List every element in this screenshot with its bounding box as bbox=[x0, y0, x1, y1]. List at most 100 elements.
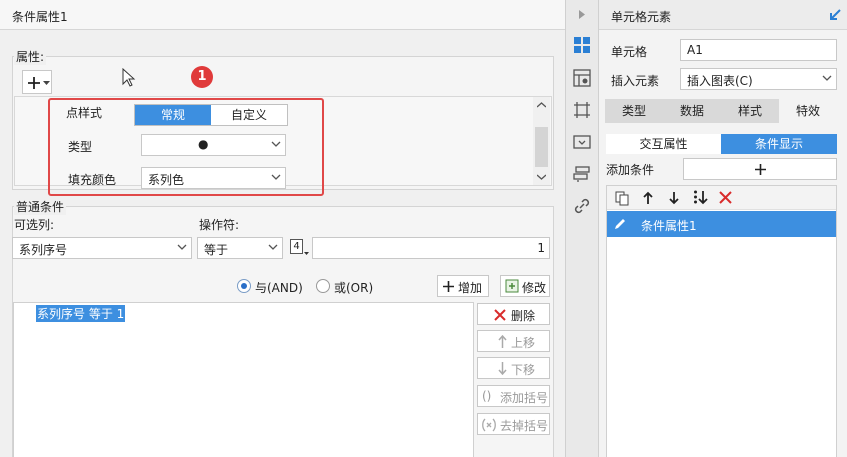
side-toolbar bbox=[565, 0, 599, 457]
type-label: 类型 bbox=[68, 140, 93, 154]
or-radio[interactable] bbox=[316, 279, 330, 293]
value-input[interactable]: 1 bbox=[312, 237, 550, 259]
move-up-button[interactable]: 上移 bbox=[477, 330, 550, 352]
value-type-icon: 4 bbox=[290, 239, 303, 254]
common-conditions-label: 普通条件 bbox=[14, 198, 67, 215]
cell-label: 单元格 bbox=[611, 45, 648, 59]
tab-data[interactable]: 数据 bbox=[663, 99, 721, 123]
chevron-down-icon bbox=[271, 141, 281, 147]
and-label[interactable]: 与(AND) bbox=[255, 279, 303, 296]
delete-icon[interactable] bbox=[719, 191, 732, 204]
modify-button-label: 修改 bbox=[522, 281, 547, 295]
operator-select[interactable]: 等于 bbox=[197, 237, 283, 259]
dropdown-arrow-icon bbox=[304, 252, 309, 255]
add-condition-button[interactable]: 增加 bbox=[437, 275, 489, 297]
dropdown-arrow-icon bbox=[43, 81, 50, 85]
collapse-arrow-icon[interactable] bbox=[578, 9, 586, 20]
segment-custom[interactable]: 自定义 bbox=[211, 105, 287, 125]
cell-attribute-icon[interactable] bbox=[573, 69, 591, 87]
right-panel-title: 单元格元素 bbox=[611, 10, 672, 24]
subtab-interaction[interactable]: 交互属性 bbox=[606, 134, 721, 154]
scroll-thumb[interactable] bbox=[535, 127, 548, 167]
condition-list-panel: 条件属性1 bbox=[606, 185, 837, 457]
arrow-up-icon bbox=[498, 335, 507, 348]
operator-value: 等于 bbox=[204, 243, 229, 257]
add-property-button[interactable] bbox=[22, 70, 52, 94]
delete-condition-button[interactable]: 删除 bbox=[477, 303, 550, 325]
mouse-cursor-icon bbox=[122, 68, 136, 87]
condition-list[interactable]: 系列序号 等于 1 bbox=[13, 302, 474, 457]
tab-effects[interactable]: 特效 bbox=[779, 99, 837, 123]
condition-list-item[interactable]: 条件属性1 bbox=[607, 211, 836, 237]
column-label: 可选列: bbox=[14, 218, 55, 232]
report-icon[interactable] bbox=[573, 165, 591, 183]
move-down-button[interactable]: 下移 bbox=[477, 357, 550, 379]
condition-list-item[interactable]: 系列序号 等于 1 bbox=[36, 305, 126, 322]
add-bracket-button[interactable]: () 添加括号 bbox=[477, 385, 550, 407]
fill-color-value: 系列色 bbox=[148, 173, 185, 187]
fill-color-select[interactable]: 系列色 bbox=[141, 167, 286, 189]
scroll-up-icon[interactable] bbox=[537, 102, 546, 108]
fill-color-label: 填充颜色 bbox=[68, 173, 117, 187]
remove-bracket-button[interactable]: 去掉括号 bbox=[477, 413, 550, 435]
column-select[interactable]: 系列序号 bbox=[12, 237, 192, 259]
and-radio[interactable] bbox=[237, 279, 251, 293]
insert-element-value: 插入图表(C) bbox=[687, 74, 753, 88]
column-value: 系列序号 bbox=[19, 243, 68, 257]
type-select[interactable]: ● bbox=[141, 134, 286, 156]
properties-label: 属性: bbox=[14, 48, 47, 65]
move-down-label: 下移 bbox=[511, 363, 536, 377]
attribute-tabs: 类型 数据 样式 特效 bbox=[605, 99, 837, 123]
cell-element-icon[interactable] bbox=[573, 36, 591, 54]
chevron-down-icon bbox=[177, 244, 187, 250]
type-value: ● bbox=[198, 137, 209, 151]
bracket-icon: () bbox=[482, 389, 492, 403]
subtab-condition-display[interactable]: 条件显示 bbox=[721, 134, 837, 154]
modify-icon bbox=[505, 279, 519, 293]
expand-icon[interactable] bbox=[829, 9, 841, 21]
step-badge: 1 bbox=[191, 66, 213, 88]
dialog-title: 条件属性1 bbox=[12, 10, 68, 24]
radio-dot bbox=[241, 283, 247, 289]
or-label[interactable]: 或(OR) bbox=[334, 279, 373, 296]
add-button-label: 增加 bbox=[458, 281, 483, 295]
chevron-down-icon bbox=[822, 75, 832, 81]
point-style-segmented: 常规 自定义 bbox=[134, 104, 288, 126]
segment-normal[interactable]: 常规 bbox=[135, 105, 211, 125]
widget-icon[interactable] bbox=[573, 133, 591, 151]
move-up-icon[interactable] bbox=[643, 191, 653, 205]
border-icon[interactable] bbox=[573, 101, 591, 119]
add-bracket-label: 添加括号 bbox=[500, 391, 549, 405]
plus-icon bbox=[755, 164, 766, 175]
move-up-label: 上移 bbox=[511, 336, 536, 350]
operator-label: 操作符: bbox=[199, 218, 240, 232]
condition-item-label: 条件属性1 bbox=[641, 219, 697, 233]
property-scrollbar[interactable] bbox=[533, 97, 550, 185]
remove-bracket-label: 去掉括号 bbox=[500, 419, 549, 433]
delete-label: 删除 bbox=[511, 309, 536, 323]
value-text: 1 bbox=[537, 241, 545, 255]
right-panel-header: 单元格元素 bbox=[599, 0, 847, 30]
cell-value: A1 bbox=[687, 43, 703, 57]
copy-icon[interactable] bbox=[615, 191, 629, 206]
hyperlink-icon[interactable] bbox=[573, 197, 591, 215]
tab-style[interactable]: 样式 bbox=[721, 99, 779, 123]
add-condition-label: 添加条件 bbox=[606, 163, 655, 177]
tab-type[interactable]: 类型 bbox=[605, 99, 663, 123]
sort-icon[interactable] bbox=[693, 190, 709, 205]
condition-list-toolbar bbox=[607, 186, 836, 210]
plus-icon bbox=[28, 77, 40, 89]
dialog-title-bar: 条件属性1 bbox=[0, 0, 565, 30]
insert-element-label: 插入元素 bbox=[611, 74, 660, 88]
scroll-down-icon[interactable] bbox=[537, 174, 546, 180]
delete-icon bbox=[494, 309, 506, 321]
value-type-button[interactable]: 4 bbox=[289, 238, 309, 258]
plus-icon bbox=[443, 281, 454, 292]
chevron-down-icon bbox=[268, 244, 278, 250]
move-down-icon[interactable] bbox=[669, 191, 679, 205]
point-style-label: 点样式 bbox=[66, 106, 103, 120]
add-condition-plus-button[interactable] bbox=[683, 158, 837, 180]
modify-condition-button[interactable]: 修改 bbox=[500, 275, 550, 297]
insert-element-select[interactable]: 插入图表(C) bbox=[680, 68, 837, 90]
cell-input[interactable]: A1 bbox=[680, 39, 837, 61]
